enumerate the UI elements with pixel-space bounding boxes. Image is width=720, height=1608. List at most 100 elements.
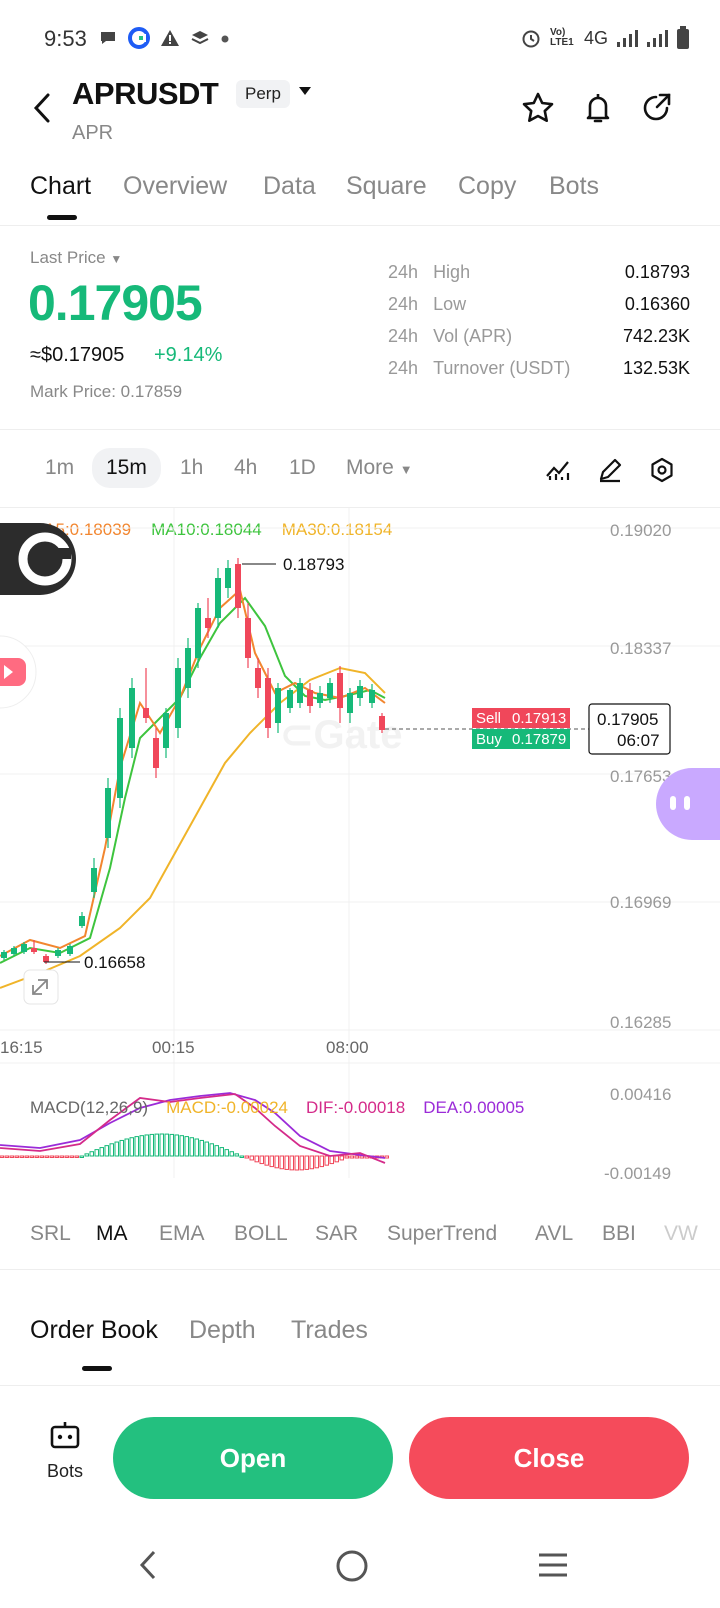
macd-bar [319,1155,324,1168]
high-marker: 0.18793 [283,555,344,574]
status-time: 9:53 [44,26,87,51]
dea-value: DEA:0.00005 [423,1098,525,1117]
macd-bar [349,1155,354,1159]
open-button[interactable]: Open [113,1417,393,1499]
last-price: 0.17905 [28,275,203,331]
current-price: 0.17905 [597,710,658,729]
main-tabs: Chart Overview Data Square Copy Bots [0,168,720,226]
tab-depth[interactable]: Depth [189,1316,256,1345]
star-icon[interactable] [520,90,556,126]
status-bar: 9:53 Vo) LTE1 4G [0,0,720,80]
pencil-icon[interactable] [596,456,624,484]
y-tick: 0.19020 [610,521,671,540]
volte-indicator: Vo) LTE1 [549,27,574,48]
macd-bar [89,1151,94,1157]
candle-body [105,788,111,838]
indicator-srl[interactable]: SRL [30,1222,71,1246]
indicator-boll[interactable]: BOLL [234,1222,288,1246]
tab-order-book[interactable]: Order Book [30,1316,158,1345]
expand-icon[interactable] [23,969,59,1005]
perp-badge[interactable]: Perp [236,80,290,108]
macd-bar [314,1155,319,1169]
macd-bar [204,1141,209,1157]
indicator-vwap[interactable]: VW [664,1222,698,1246]
tab-chart[interactable]: Chart [30,172,91,201]
nav-home-icon[interactable] [334,1548,370,1584]
last-price-label[interactable]: Last Price ▼ [30,248,122,268]
macd-bar [294,1155,299,1171]
macd-bar [304,1155,309,1170]
tab-trades[interactable]: Trades [291,1316,368,1345]
macd-bar [259,1155,264,1165]
macd-bottom-tick: -0.00149 [604,1164,671,1183]
macd-bar [79,1155,84,1158]
nav-menu-icon[interactable] [536,1550,570,1580]
pair-subtitle: APR [72,122,114,144]
candle-body [195,608,201,658]
macd-bar [64,1155,69,1158]
floating-video-button[interactable] [0,635,37,709]
candle-body [67,946,73,954]
candle-body [255,668,261,688]
macd-bar [94,1149,99,1157]
interval-more[interactable]: More ▼ [346,456,413,480]
system-nav-bar [0,1536,720,1608]
interval-1m[interactable]: 1m [45,456,74,480]
macd-bar [244,1155,249,1159]
candle-body [379,716,385,730]
nav-back-icon[interactable] [136,1548,162,1582]
indicator-bbi[interactable]: BBI [602,1222,636,1246]
caret-down-icon: ▼ [110,252,123,266]
price-change: +9.14% [154,344,223,366]
tab-copy[interactable]: Copy [458,172,516,201]
low-marker: 0.16658 [84,953,145,972]
candle-body [205,618,211,628]
macd-bar [289,1155,294,1171]
tab-overview[interactable]: Overview [123,172,227,201]
back-icon[interactable] [28,90,58,126]
share-icon[interactable] [638,90,674,126]
tab-underline [47,215,77,220]
candle-body [317,693,323,703]
indicator-icon[interactable] [544,456,572,484]
floating-gate-button[interactable] [0,523,76,595]
tab-square[interactable]: Square [346,172,427,201]
macd-bar [4,1155,9,1158]
bots-button[interactable]: Bots [40,1418,90,1482]
tab-bots[interactable]: Bots [549,172,599,201]
tab-data[interactable]: Data [263,172,316,201]
indicator-ema[interactable]: EMA [159,1222,205,1246]
macd-bar [229,1151,234,1157]
close-button[interactable]: Close [409,1417,689,1499]
interval-1h[interactable]: 1h [180,456,203,480]
macd-bar [324,1155,329,1166]
indicator-ma[interactable]: MA [96,1222,128,1246]
macd-bar [359,1155,364,1159]
buy-label: Buy [476,731,502,748]
macd-bar [154,1133,159,1157]
macd-bar [159,1133,164,1157]
macd-bar [104,1145,109,1157]
macd-bar [144,1134,149,1157]
indicator-avl[interactable]: AVL [535,1222,573,1246]
caret-down-icon[interactable] [298,86,312,96]
interval-15m[interactable]: 15m [92,448,161,488]
orderbook-tabs: Order Book Depth Trades [0,1310,720,1386]
macd-bar [329,1155,334,1165]
bell-icon[interactable] [580,90,616,126]
candle-body [185,648,191,688]
macd-bar [214,1145,219,1157]
indicator-sar[interactable]: SAR [315,1222,358,1246]
macd-bar [354,1155,359,1159]
macd-bar [194,1138,199,1157]
pair-title[interactable]: APRUSDT [72,76,219,112]
candle-body [11,948,17,954]
macd-bar [99,1147,104,1157]
macd-bar [0,1155,4,1158]
interval-1d[interactable]: 1D [289,456,316,480]
macd-bar [209,1143,214,1157]
candle-body [357,686,363,698]
settings-icon[interactable] [648,456,676,484]
interval-4h[interactable]: 4h [234,456,257,480]
indicator-supertrend[interactable]: SuperTrend [387,1222,497,1246]
